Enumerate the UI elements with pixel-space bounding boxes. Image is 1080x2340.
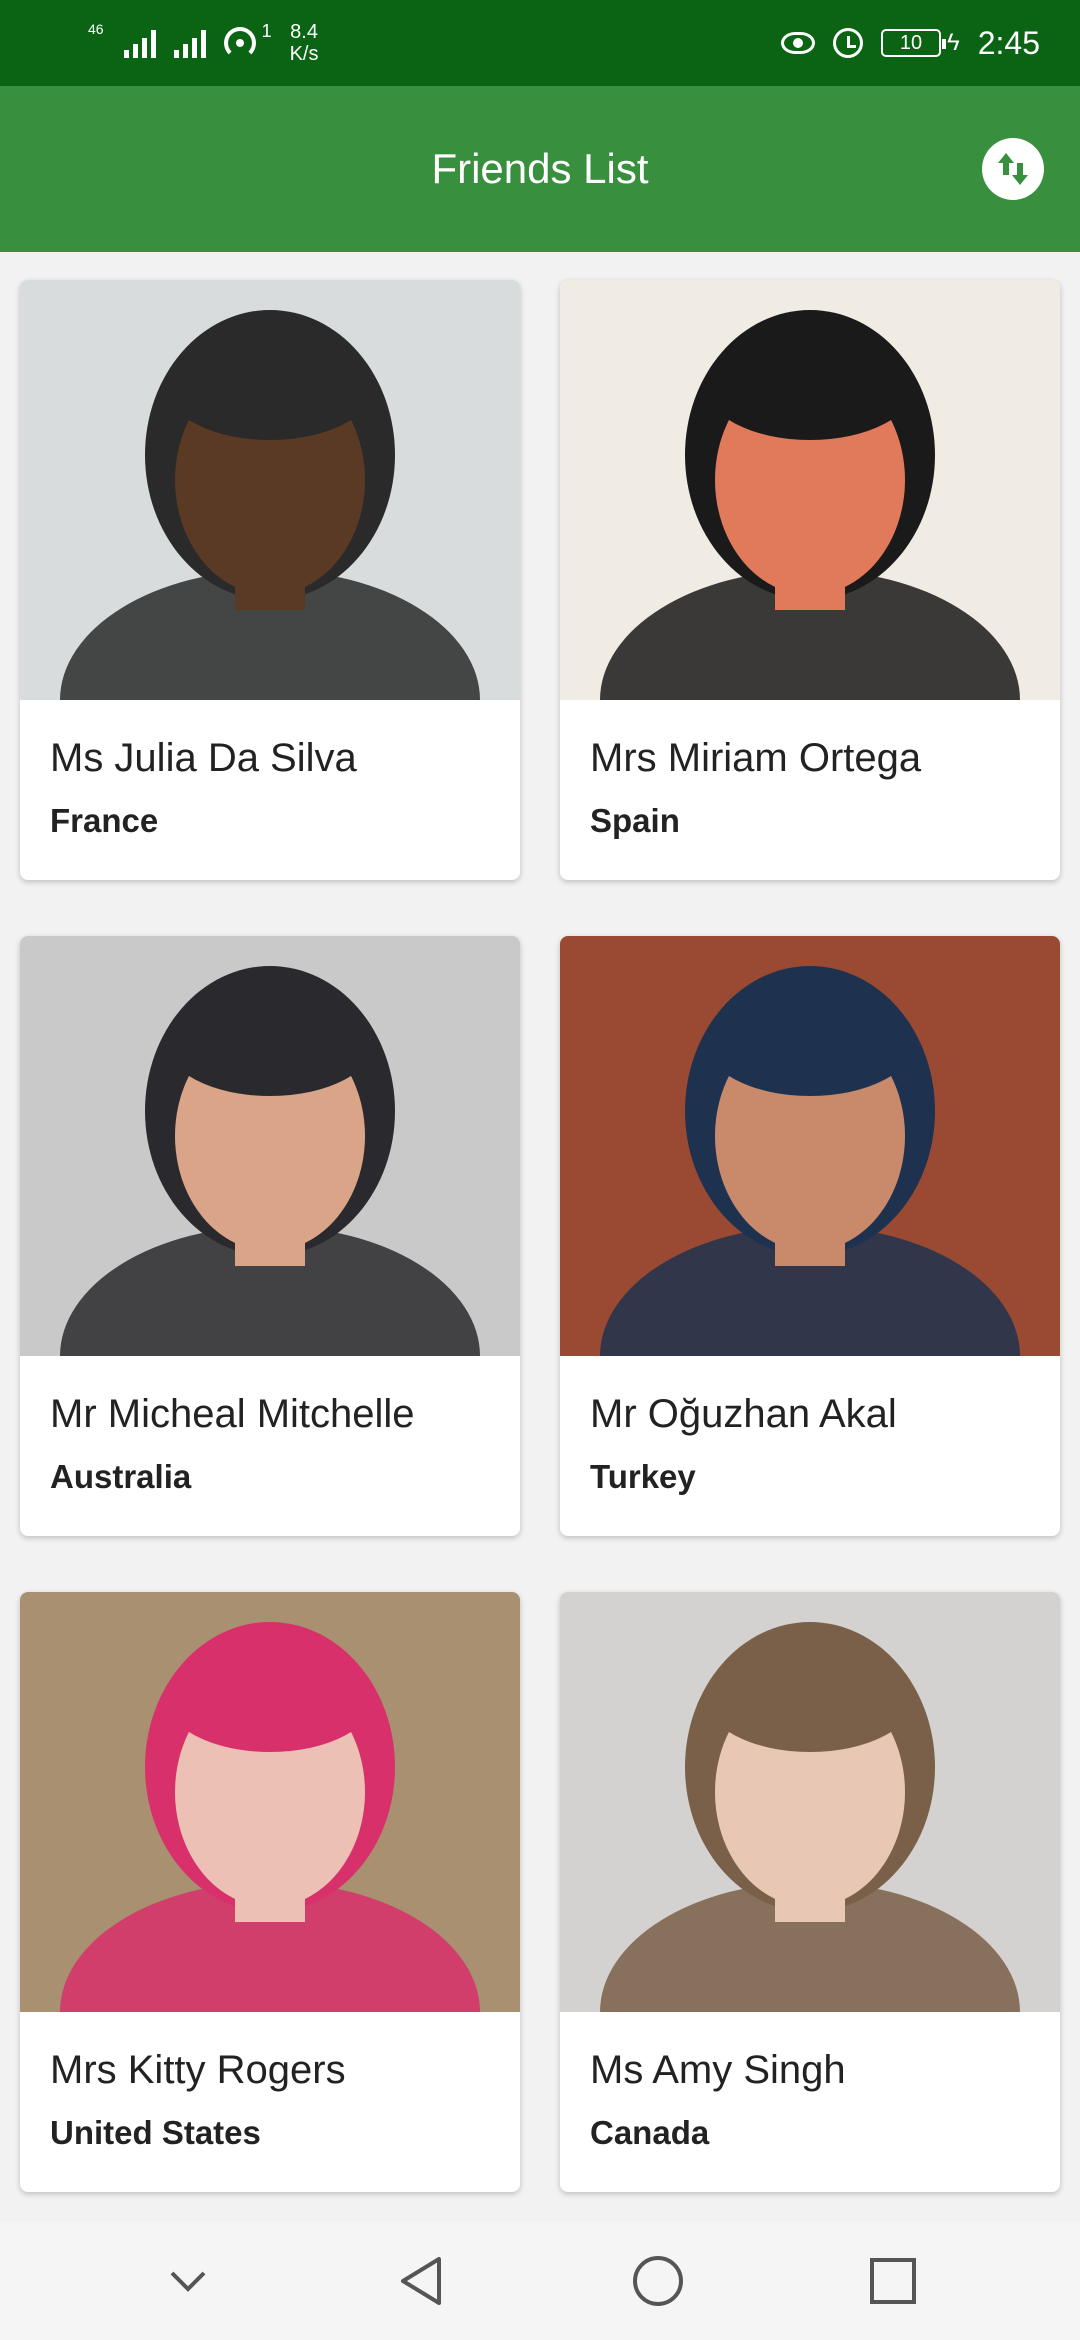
friend-name: Mr Micheal Mitchelle — [50, 1392, 415, 1436]
nav-collapse-button[interactable] — [153, 2246, 223, 2316]
sort-button[interactable] — [982, 138, 1044, 200]
page-title: Friends List — [431, 145, 649, 192]
friend-name: Ms Amy Singh — [590, 2048, 846, 2092]
friend-photo — [20, 936, 520, 1356]
portrait-image — [20, 280, 520, 700]
portrait-image — [560, 1592, 1060, 2012]
friend-card[interactable]: Ms Julia Da Silva France — [20, 280, 520, 880]
network-speed-unit: K/s — [289, 43, 319, 65]
friend-card[interactable]: Mr Micheal Mitchelle Australia — [20, 936, 520, 1536]
chevron-down-icon — [170, 2271, 205, 2292]
network-type-label: 46 — [88, 21, 104, 37]
eye-comfort-icon — [781, 32, 816, 54]
portrait-image — [560, 280, 1060, 700]
signal-icon — [123, 28, 156, 58]
nav-back-button[interactable] — [388, 2246, 458, 2316]
friend-country: Spain — [590, 802, 680, 839]
friend-name: Ms Julia Da Silva — [50, 736, 357, 780]
nav-recents-button[interactable] — [858, 2246, 928, 2316]
friend-country: United States — [50, 2114, 261, 2151]
portrait-image — [560, 936, 1060, 1356]
sort-arrows-icon — [998, 153, 1028, 185]
friend-photo — [20, 280, 520, 700]
status-right: 10 ϟ 2:45 — [781, 25, 1040, 62]
portrait-image — [20, 936, 520, 1356]
friend-country: Turkey — [590, 1458, 696, 1495]
status-left: 46 1 8.4 K/s — [88, 20, 319, 66]
friend-country: Canada — [590, 2114, 710, 2151]
friend-card[interactable]: Ms Amy Singh Canada — [560, 1592, 1060, 2192]
friend-card[interactable]: Mr Oğuzhan Akal Turkey — [560, 936, 1060, 1536]
hotspot-count: 1 — [261, 20, 272, 41]
friend-card[interactable]: Mrs Kitty Rogers United States — [20, 1592, 520, 2192]
friend-name: Mrs Kitty Rogers — [50, 2048, 346, 2092]
friend-name: Mr Oğuzhan Akal — [590, 1392, 897, 1436]
friend-name: Mrs Miriam Ortega — [590, 736, 922, 780]
recents-icon — [869, 2258, 916, 2304]
signal-icon-2 — [173, 28, 206, 58]
home-icon — [632, 2256, 683, 2306]
nav-home-button[interactable] — [623, 2246, 693, 2316]
status-time: 2:45 — [977, 24, 1040, 61]
app-bar: Friends List — [0, 86, 1080, 252]
status-bar: 46 1 8.4 K/s 10 ϟ 2:45 — [0, 0, 1080, 86]
friends-grid: Ms Julia Da Silva France Mrs Miriam Orte… — [20, 280, 1060, 2192]
system-nav-bar — [0, 2222, 1080, 2340]
friend-photo — [560, 936, 1060, 1356]
hotspot-icon — [223, 27, 256, 59]
friend-country: Australia — [50, 1458, 192, 1495]
friend-photo — [560, 280, 1060, 700]
portrait-image — [20, 1592, 520, 2012]
battery-icon: 10 — [881, 29, 947, 57]
network-speed-value: 8.4 — [290, 21, 318, 43]
alarm-icon — [833, 28, 864, 58]
friend-photo — [560, 1592, 1060, 2012]
friend-country: France — [50, 802, 159, 839]
charging-icon: ϟ — [947, 29, 960, 56]
friend-card[interactable]: Mrs Miriam Ortega Spain — [560, 280, 1060, 880]
friend-photo — [20, 1592, 520, 2012]
back-icon — [400, 2257, 441, 2305]
network-speed: 8.4 K/s — [290, 21, 319, 65]
